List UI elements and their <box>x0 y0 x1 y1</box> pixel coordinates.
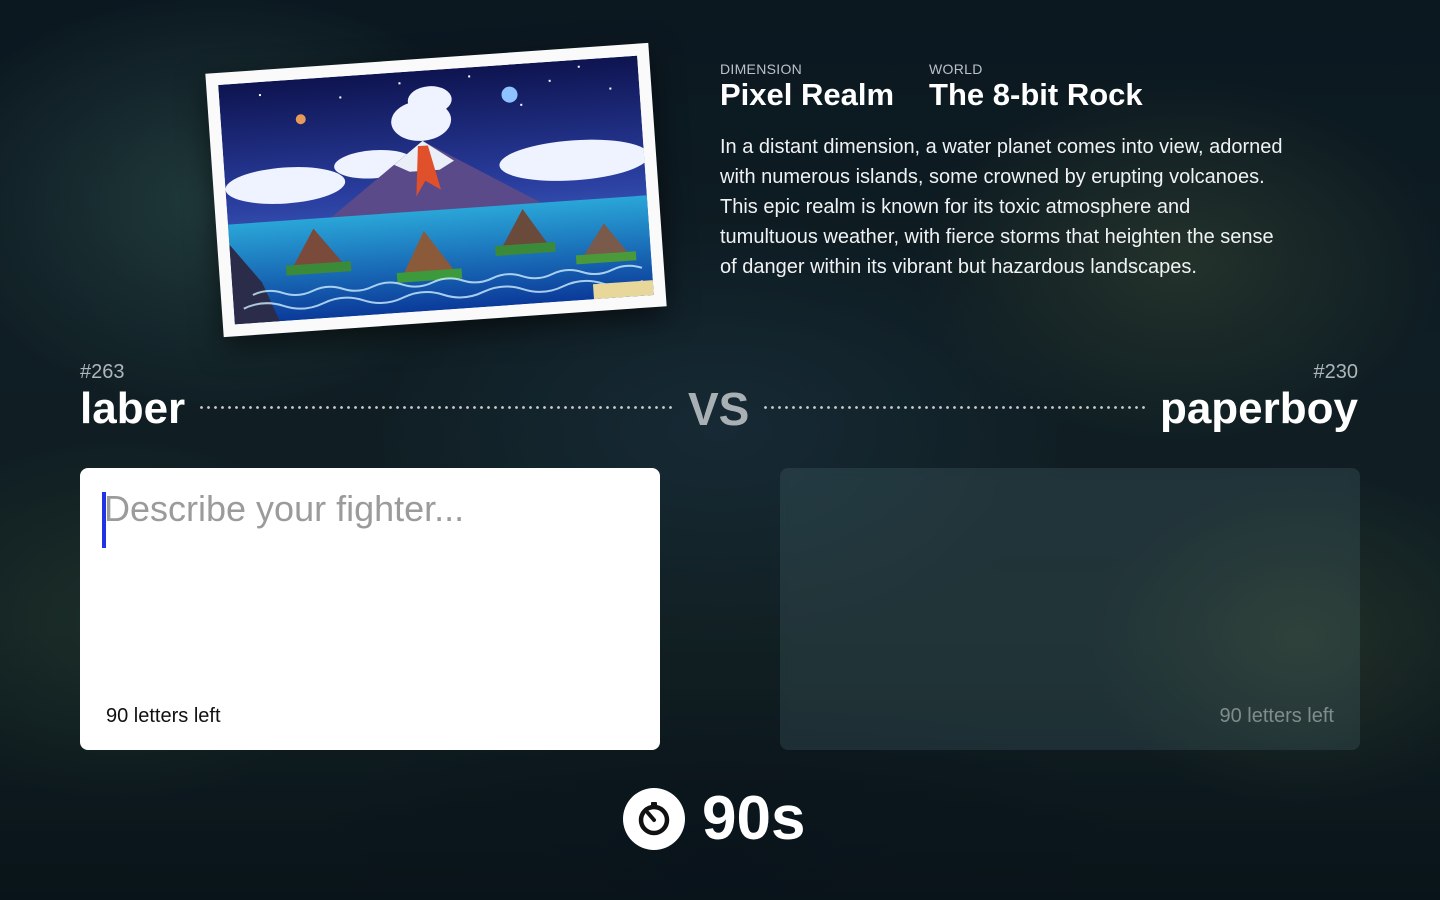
countdown-timer: 90s <box>623 786 805 852</box>
vs-label: VS <box>688 383 750 435</box>
world-image-card <box>205 42 667 338</box>
right-player-number: #230 <box>1313 361 1359 383</box>
right-dotted-divider <box>762 406 1146 409</box>
world-value: The 8-bit Rock <box>929 77 1143 112</box>
left-player-number: #263 <box>80 361 125 383</box>
fighter-description-input[interactable] <box>102 488 638 668</box>
right-fighter-card: 90 letters left <box>780 468 1360 750</box>
right-letters-left: 90 letters left <box>1219 705 1334 727</box>
world-info: DIMENSION Pixel Realm WORLD The 8-bit Ro… <box>720 61 1300 282</box>
left-player-name: laber <box>80 384 186 433</box>
left-letters-left: 90 letters left <box>106 705 221 727</box>
right-player-name: paperboy <box>1159 384 1358 433</box>
dimension-label: DIMENSION <box>720 61 803 77</box>
world-label: WORLD <box>929 61 983 77</box>
timer-text: 90s <box>702 784 806 853</box>
left-fighter-card: 90 letters left <box>80 468 660 750</box>
dimension-block: DIMENSION Pixel Realm <box>720 61 894 112</box>
world-image <box>218 55 654 325</box>
world-description: In a distant dimension, a water planet c… <box>720 136 1283 278</box>
dimension-value: Pixel Realm <box>720 77 895 112</box>
world-meta-row: DIMENSION Pixel Realm WORLD The 8-bit Ro… <box>720 61 1300 112</box>
stopwatch-icon <box>623 788 685 850</box>
world-block: WORLD The 8-bit Rock <box>929 61 1143 112</box>
left-dotted-divider <box>198 406 672 409</box>
